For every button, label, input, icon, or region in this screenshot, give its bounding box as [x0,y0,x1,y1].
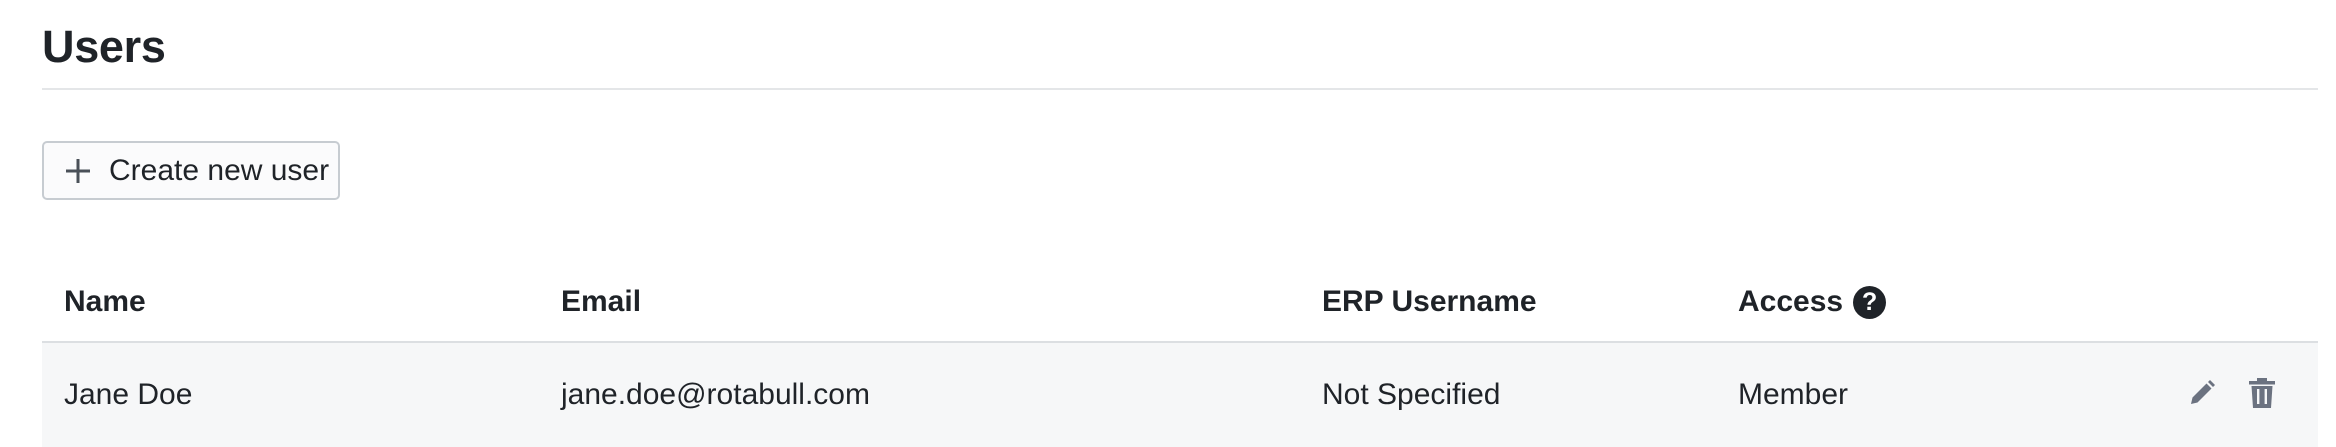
title-divider [42,88,2318,90]
users-page: Users Create new user Name Email ERP Use… [0,0,2336,447]
column-header-name: Name [64,284,146,320]
table-row: Jane Doe jane.doe@rotabull.com Not Speci… [42,343,2318,447]
column-header-name-label: Name [64,285,146,318]
pencil-icon [2187,378,2217,413]
cell-email: jane.doe@rotabull.com [561,378,870,411]
trash-icon [2247,377,2277,414]
create-new-user-label: Create new user [109,153,330,187]
column-header-erp-username: ERP Username [1322,284,1537,320]
column-header-email: Email [561,284,641,320]
table-header: Name Email ERP Username Access ? [42,264,2318,343]
cell-name: Jane Doe [64,378,193,411]
column-header-access: Access ? [1738,284,1887,320]
delete-user-button[interactable] [2244,377,2280,413]
create-new-user-button[interactable]: Create new user [42,141,340,200]
page-title: Users [42,21,166,72]
column-header-email-label: Email [561,285,642,318]
question-circle-icon[interactable]: ? [1853,285,1887,319]
cell-erp-username: Not Specified [1322,378,1501,411]
cell-access: Member [1738,378,1849,411]
column-header-erp-username-label: ERP Username [1322,285,1537,318]
edit-user-button[interactable] [2184,377,2220,413]
users-table: Name Email ERP Username Access ? Jane Do… [42,264,2318,447]
column-header-access-label: Access [1738,285,1844,318]
plus-icon [65,158,91,184]
